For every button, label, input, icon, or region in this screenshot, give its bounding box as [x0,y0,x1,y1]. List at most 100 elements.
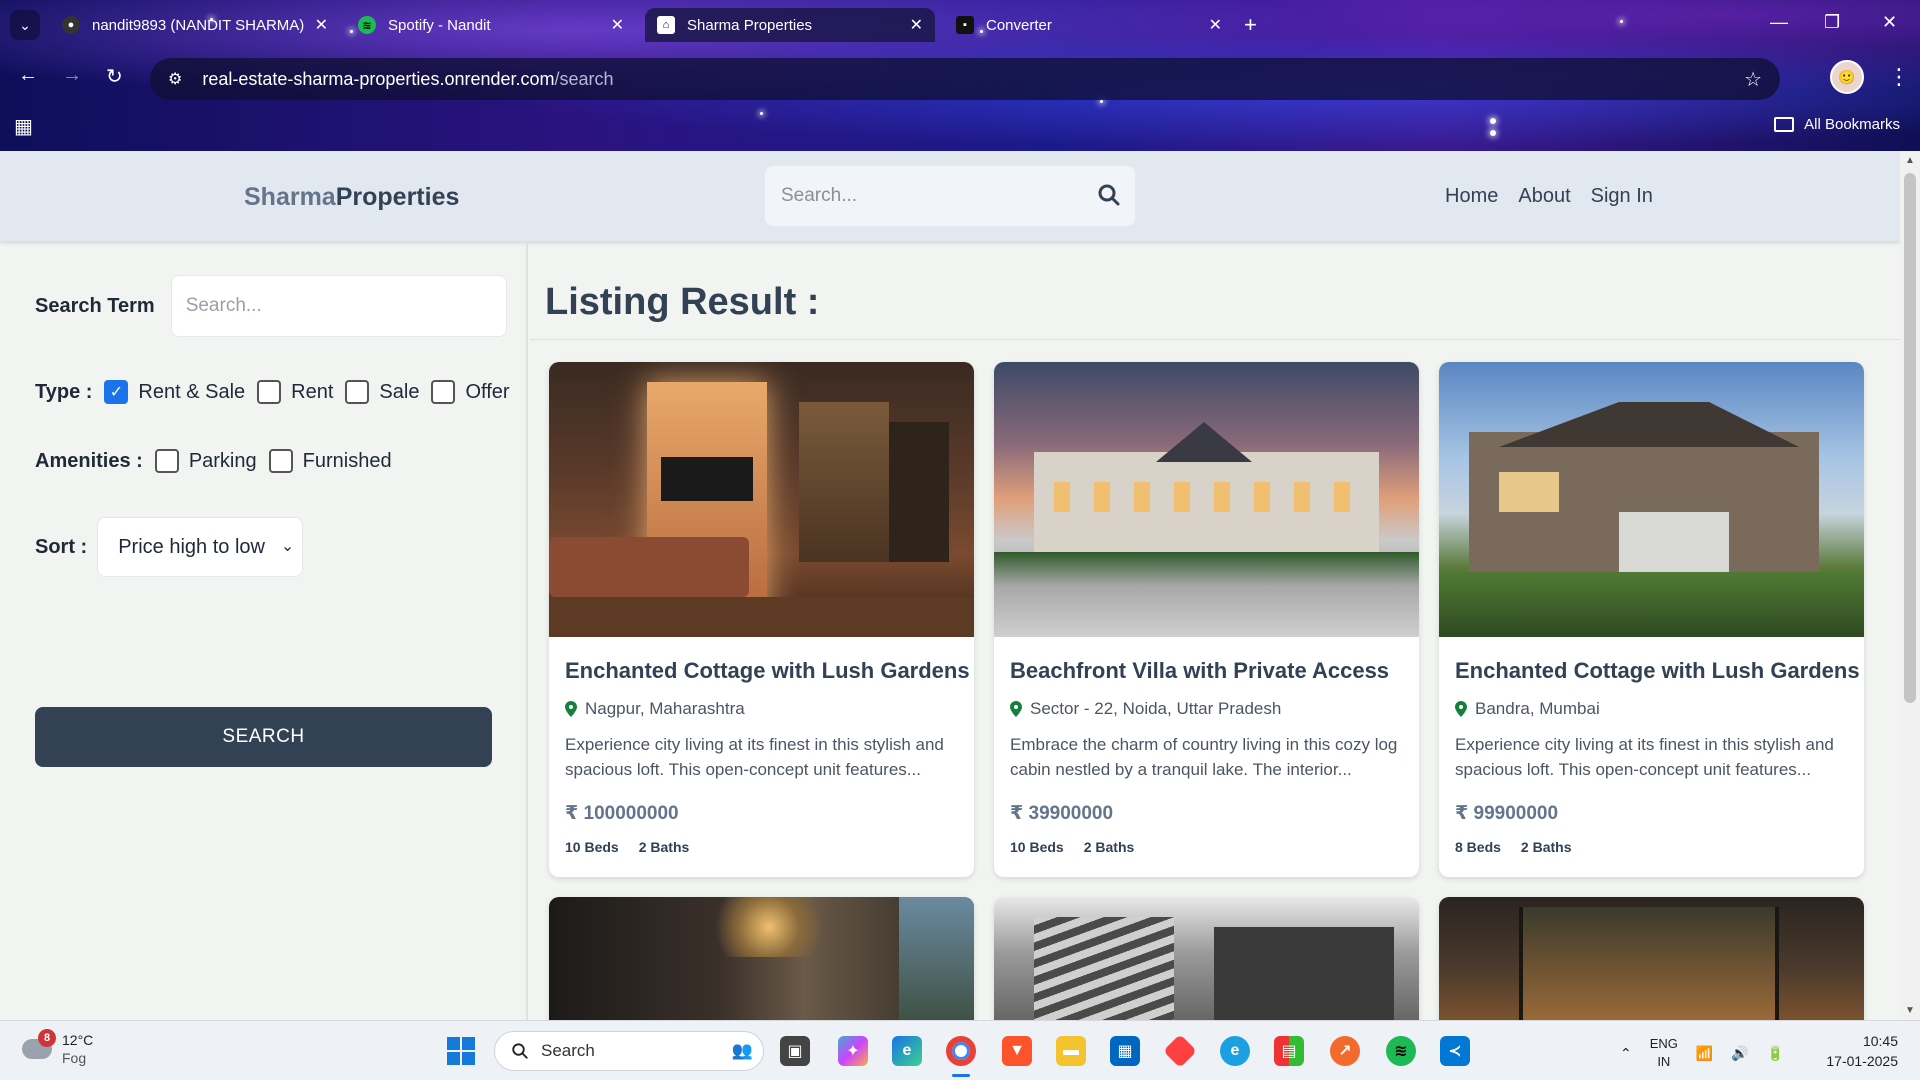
checkbox-rent[interactable] [257,380,282,404]
amenities-label: Amenities : [35,449,143,472]
minimize-icon[interactable]: — [1770,12,1788,33]
edge-icon[interactable]: e [892,1036,922,1066]
bookmark-star-icon[interactable]: ☆ [1744,67,1762,92]
apps-grid-icon[interactable]: ▦ [14,114,33,139]
anydesk-icon[interactable] [1163,1034,1197,1068]
postman-icon[interactable]: ↗ [1330,1036,1360,1066]
listing-title[interactable]: Enchanted Cottage with Lush Gardens [565,658,970,684]
listing-card[interactable]: Enchanted Cottage with Lush Gardens Nagp… [549,362,974,877]
listing-title[interactable]: Enchanted Cottage with Lush Gardens [1455,658,1860,684]
profile-avatar[interactable]: 🙂 [1830,60,1864,94]
tab-search-button[interactable]: ⌄ [10,10,40,40]
sort-select[interactable]: Price high to low ⌄ [97,517,304,577]
site-logo[interactable]: SharmaProperties [244,183,459,212]
checkbox-sale[interactable] [345,380,370,404]
copilot-icon[interactable]: ✦ [838,1036,868,1066]
scroll-up-icon[interactable]: ▲ [1905,155,1915,166]
listing-title[interactable]: Beachfront Villa with Private Access [1010,658,1389,684]
listing-meta: 8 Beds 2 Baths [1455,839,1572,855]
reload-icon[interactable]: ↻ [106,64,123,89]
sort-label: Sort : [35,535,88,558]
checkbox-label: Rent [291,380,334,403]
spotify-taskbar-icon[interactable]: ≋ [1386,1036,1416,1066]
nav-about[interactable]: About [1518,185,1570,208]
close-icon[interactable]: ✕ [315,15,328,35]
listing-meta: 10 Beds 2 Baths [565,839,689,855]
nav-home[interactable]: Home [1445,185,1498,208]
restore-icon[interactable]: ❐ [1824,12,1840,33]
tab-sharma-properties[interactable]: ⌂ Sharma Properties ✕ [645,8,935,42]
new-tab-button[interactable]: + [1244,12,1257,38]
listing-card[interactable] [1439,897,1864,1020]
scrollbar-thumb[interactable] [1904,173,1916,703]
forward-icon[interactable]: → [62,64,82,87]
nav-sign-in[interactable]: Sign In [1591,185,1653,208]
map-pin-icon [565,701,577,717]
listing-card[interactable] [994,897,1419,1020]
tab-spotify[interactable]: ≋ Spotify - Nandit ✕ [346,8,636,42]
battery-icon[interactable]: 🔋 [1767,1045,1784,1062]
site-info-icon[interactable]: ⚙ [168,69,182,89]
chrome-icon[interactable] [946,1036,976,1066]
tab-converter[interactable]: ▪ Converter ✕ [944,8,1234,42]
brave-icon[interactable]: ▼ [1002,1036,1032,1066]
address-bar[interactable]: ⚙ real-estate-sharma-properties.onrender… [150,58,1780,100]
kitchen [1214,927,1394,1020]
close-icon[interactable]: ✕ [611,15,624,35]
checkbox-rent-and-sale[interactable]: ✓ [104,380,129,404]
close-icon[interactable]: ✕ [1209,15,1222,35]
vscode-icon[interactable]: ≺ [1440,1036,1470,1066]
clock[interactable]: 10:45 17-01-2025 [1826,1031,1898,1071]
weather-condition: Fog [62,1050,87,1066]
winrar-icon[interactable]: ▤ [1274,1036,1304,1066]
ie-icon[interactable]: e [1220,1036,1250,1066]
listing-description: Experience city living at its finest in … [1455,735,1834,779]
checkbox-label: Offer [465,380,510,403]
tab-github[interactable]: ● nandit9893 (NANDIT SHARMA) ✕ [50,8,340,42]
back-icon[interactable]: ← [18,64,38,87]
language-indicator[interactable]: ENG IN [1650,1035,1678,1071]
checkbox-parking[interactable] [154,449,179,473]
volume-icon[interactable]: 🔊 [1731,1045,1748,1062]
chevron-up-icon[interactable]: ⌃ [1620,1045,1632,1062]
clock-date: 17-01-2025 [1826,1053,1898,1069]
search-term-input[interactable] [170,275,507,337]
all-bookmarks-button[interactable]: All Bookmarks [1774,116,1900,133]
tab-title: Sharma Properties [687,16,813,34]
menu-icon[interactable]: ⋮ [1888,64,1910,90]
chevron-down-icon: ⌄ [280,538,295,555]
file-explorer-icon[interactable]: ▬ [1056,1036,1086,1066]
search-icon[interactable] [1097,183,1121,207]
taskbar-search[interactable]: Search 👥 [494,1031,764,1071]
search-highlight-icon: 👥 [731,1041,753,1060]
logo-part-1: Sharma [244,183,336,211]
header-search [765,166,1135,226]
listing-card[interactable]: Beachfront Villa with Private Access Sec… [994,362,1419,877]
window-close-icon[interactable]: ✕ [1882,12,1897,33]
checkbox-furnished[interactable] [268,449,293,473]
search-icon [512,1043,528,1059]
divider [530,339,1900,340]
scroll-down-icon[interactable]: ▼ [1905,1005,1915,1016]
start-button[interactable] [447,1037,475,1065]
wifi-icon[interactable]: 📶 [1696,1045,1713,1062]
sofa [549,537,749,597]
header-search-input[interactable] [781,185,1081,207]
checkbox-offer[interactable] [431,380,456,404]
address-row: ← → ↻ ⚙ real-estate-sharma-properties.on… [0,56,1920,100]
listing-card[interactable]: Enchanted Cottage with Lush Gardens Band… [1439,362,1864,877]
search-button[interactable]: SEARCH [35,707,492,767]
listing-image [1439,362,1864,637]
folder-icon [1774,117,1795,132]
staircase [1034,917,1174,1020]
close-icon[interactable]: ✕ [910,15,923,35]
listing-baths: 2 Baths [1083,839,1135,855]
checkbox-label: Parking [188,449,257,472]
ms-store-icon[interactable]: ▦ [1110,1036,1140,1066]
lit-windows [1054,482,1354,512]
site-icon: ⌂ [657,16,675,34]
page-scrollbar[interactable]: ▲ ▼ [1900,151,1920,1020]
listing-card[interactable] [549,897,974,1020]
task-view-icon[interactable]: ▣ [780,1036,810,1066]
weather-widget[interactable]: 8 12°C Fog [22,1029,93,1067]
